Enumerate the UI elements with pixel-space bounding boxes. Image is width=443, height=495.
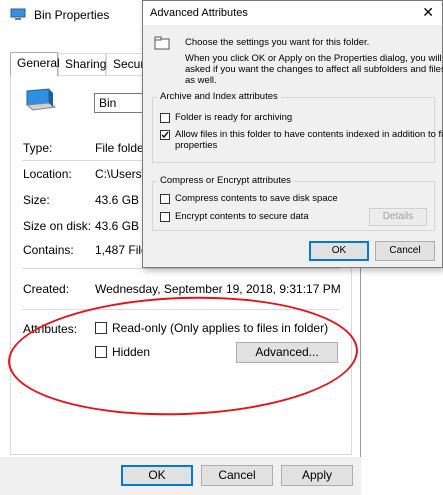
archive-label: Folder is ready for archiving: [175, 112, 293, 123]
divider: [22, 309, 340, 310]
readonly-checkbox[interactable]: [95, 322, 107, 334]
close-icon[interactable]: ✕: [422, 4, 434, 21]
advanced-message-line: as well.: [185, 75, 217, 86]
advanced-title: Advanced Attributes: [150, 7, 248, 19]
compress-label: Compress contents to save disk space: [175, 193, 338, 204]
details-button[interactable]: Details: [369, 208, 427, 226]
size-label: Size:: [23, 193, 50, 207]
contains-label: Contains:: [23, 243, 74, 257]
tab-general[interactable]: General: [10, 52, 60, 76]
advanced-button[interactable]: Advanced...: [236, 342, 338, 363]
hidden-checkbox[interactable]: [95, 346, 107, 358]
index-label-line: properties: [175, 140, 218, 151]
apply-button[interactable]: Apply: [281, 465, 353, 486]
readonly-label: Read-only (Only applies to files in fold…: [112, 321, 329, 335]
dialog-button-bar: OK Cancel Apply: [0, 457, 361, 495]
computer-icon: [10, 8, 26, 20]
checkmark-icon: [161, 131, 169, 139]
cancel-button[interactable]: Cancel: [201, 465, 273, 486]
advanced-titlebar[interactable]: Advanced Attributes ✕: [143, 1, 442, 25]
archive-checkbox[interactable]: [160, 113, 170, 123]
attributes-label: Attributes:: [23, 322, 78, 336]
advanced-message-line: When you click OK or Apply on the Proper…: [185, 53, 443, 64]
created-label: Created:: [23, 282, 70, 296]
created-value: Wednesday, September 19, 2018, 9:31:17 P…: [95, 282, 341, 296]
index-label-line: Allow files in this folder to have conte…: [175, 129, 443, 140]
advanced-ok-button[interactable]: OK: [309, 241, 369, 261]
divider: [22, 268, 340, 269]
advanced-attributes-dialog: Advanced Attributes ✕ Choose the setting…: [142, 0, 443, 268]
archive-group-title: Archive and Index attributes: [157, 91, 281, 102]
compress-group-title: Compress or Encrypt attributes: [157, 175, 294, 186]
index-checkbox[interactable]: [160, 130, 170, 140]
hidden-label: Hidden: [112, 345, 151, 359]
size-on-disk-label: Size on disk:: [23, 219, 92, 233]
encrypt-checkbox[interactable]: [160, 212, 170, 222]
type-label: Type:: [23, 141, 53, 155]
compress-checkbox[interactable]: [160, 194, 170, 204]
ok-button[interactable]: OK: [121, 465, 193, 486]
advanced-message-line: asked if you want the changes to affect …: [185, 64, 443, 75]
tab-sharing[interactable]: Sharing: [58, 53, 106, 75]
encrypt-label: Encrypt contents to secure data: [175, 211, 309, 222]
computer-folder-icon: [25, 88, 57, 111]
tab-security[interactable]: Securit: [106, 53, 146, 75]
type-value: File folder: [95, 141, 148, 155]
folder-icon: [154, 36, 170, 50]
window-title: Bin Properties: [34, 8, 110, 22]
location-value: C:\Users\: [95, 167, 146, 181]
location-label: Location:: [23, 167, 72, 181]
advanced-cancel-button[interactable]: Cancel: [375, 241, 435, 261]
advanced-message-line: Choose the settings you want for this fo…: [185, 37, 370, 48]
